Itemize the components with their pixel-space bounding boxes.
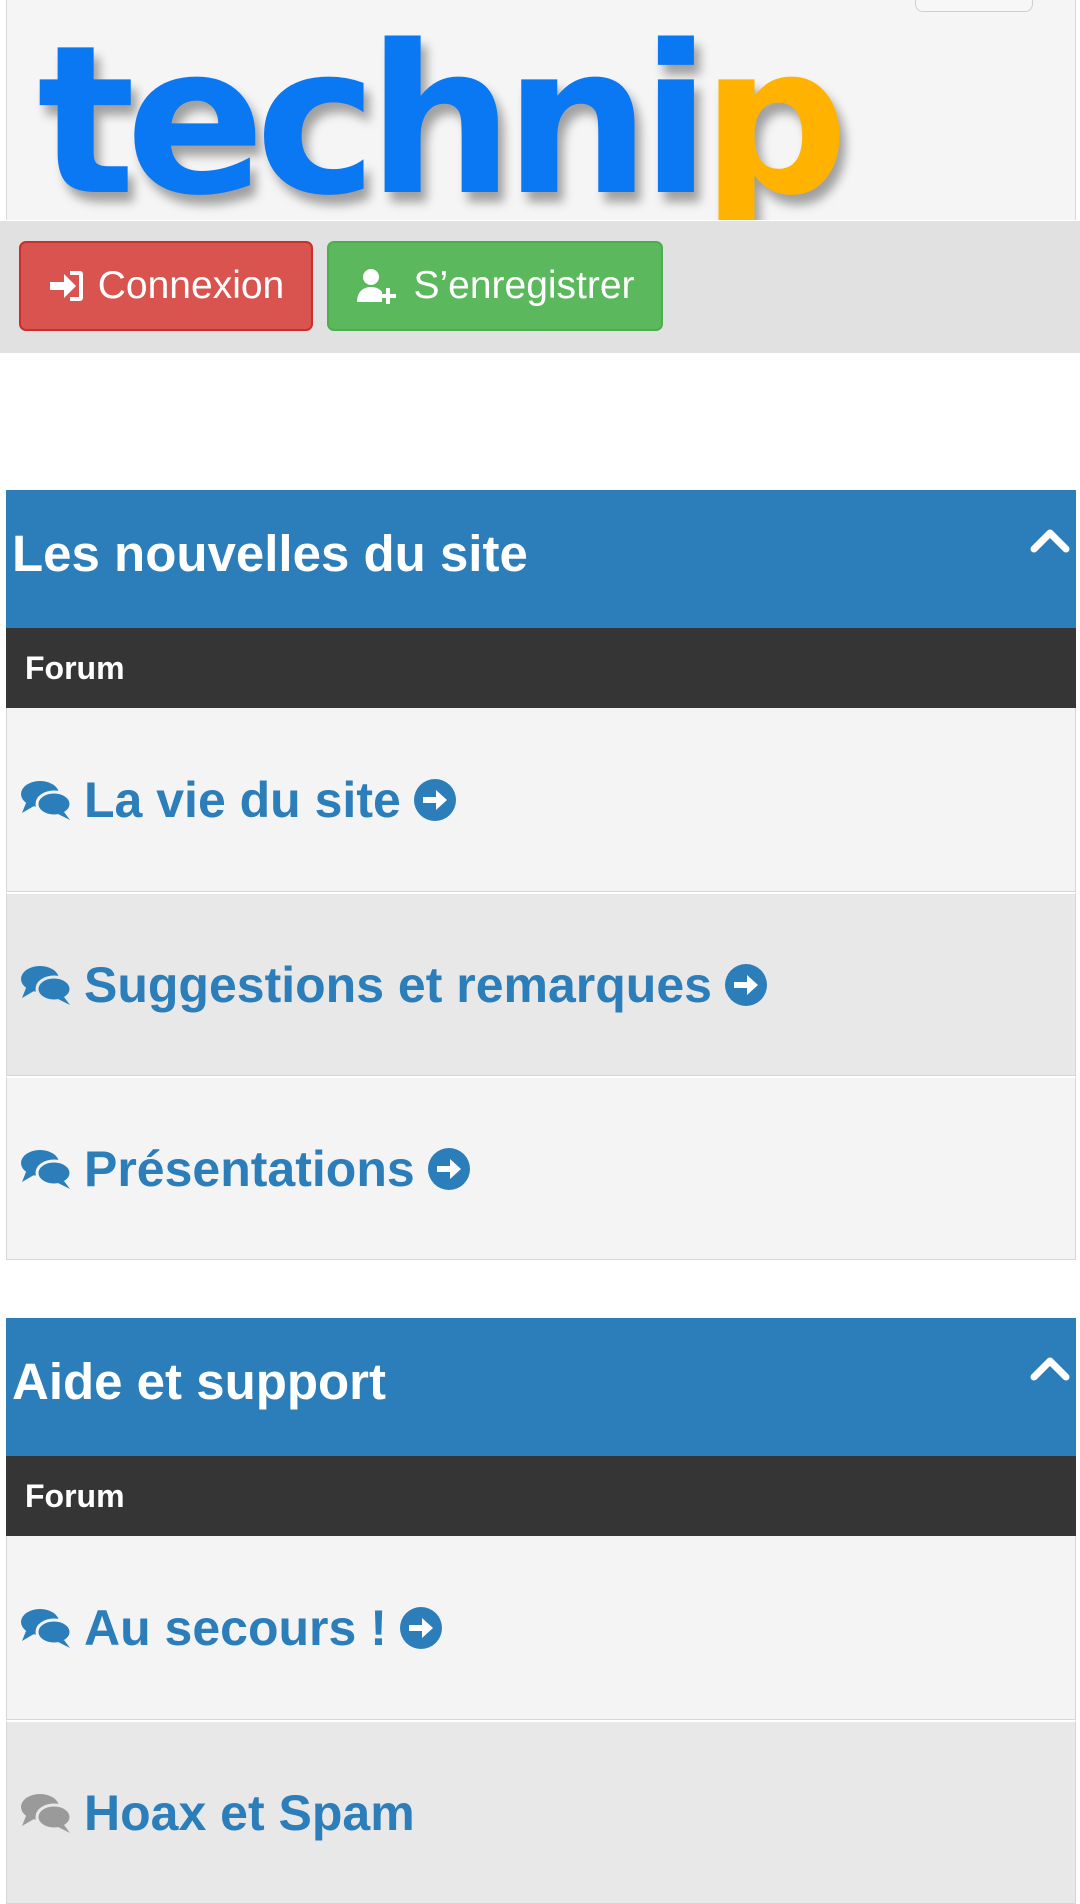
site-logo[interactable]: technip <box>37 18 849 220</box>
comments-icon-muted <box>21 1793 72 1833</box>
user-plus-icon <box>357 269 397 304</box>
logo-text: techni <box>37 1 711 220</box>
comments-icon <box>21 965 72 1005</box>
sign-in-icon <box>49 271 83 301</box>
category-title[interactable]: Aide et support <box>12 1356 386 1407</box>
forum-link-hoax-et-spam[interactable]: Hoax et Spam <box>84 1788 415 1838</box>
arrow-circle-right-icon[interactable] <box>427 1147 471 1191</box>
category-header: Les nouvelles du site <box>6 490 1076 628</box>
forum-row: Présentations <box>6 1076 1076 1260</box>
register-button[interactable]: S’enregistrer <box>327 241 663 331</box>
forum-row: Hoax et Spam <box>6 1720 1076 1904</box>
login-button[interactable]: Connexion <box>19 241 313 331</box>
forum-row: Au secours ! <box>6 1536 1076 1720</box>
forum-row: Suggestions et remarques <box>6 892 1076 1076</box>
category-les-nouvelles-du-site: Les nouvelles du site Forum La vie du si… <box>6 490 1076 1260</box>
logo-accent: p <box>701 1 849 220</box>
category-header: Aide et support <box>6 1318 1076 1456</box>
arrow-circle-right-icon[interactable] <box>724 963 768 1007</box>
register-label: S’enregistrer <box>413 264 635 307</box>
comments-icon <box>21 1608 72 1648</box>
comments-icon <box>21 780 72 820</box>
column-label-forum: Forum <box>25 1478 125 1514</box>
column-header: Forum <box>6 628 1076 708</box>
auth-bar: Connexion S’enregistrer <box>0 221 1080 353</box>
column-label-forum: Forum <box>25 650 125 686</box>
forum-link-au-secours[interactable]: Au secours ! <box>84 1603 387 1653</box>
menu-toggle-button[interactable] <box>915 0 1033 12</box>
chevron-up-icon[interactable] <box>1030 522 1070 562</box>
site-header: technip <box>6 0 1076 220</box>
comments-icon <box>21 1149 72 1189</box>
arrow-circle-right-icon[interactable] <box>413 778 457 822</box>
column-header: Forum <box>6 1456 1076 1536</box>
login-label: Connexion <box>97 264 285 307</box>
forum-link-la-vie-du-site[interactable]: La vie du site <box>84 775 401 825</box>
category-aide-et-support: Aide et support Forum Au secours ! Hoax … <box>6 1318 1076 1904</box>
category-title[interactable]: Les nouvelles du site <box>12 528 528 579</box>
arrow-circle-right-icon[interactable] <box>399 1606 443 1650</box>
forum-link-presentations[interactable]: Présentations <box>84 1144 415 1194</box>
forum-link-suggestions-et-remarques[interactable]: Suggestions et remarques <box>84 960 712 1010</box>
forum-row: La vie du site <box>6 708 1076 892</box>
chevron-up-icon[interactable] <box>1030 1350 1070 1390</box>
